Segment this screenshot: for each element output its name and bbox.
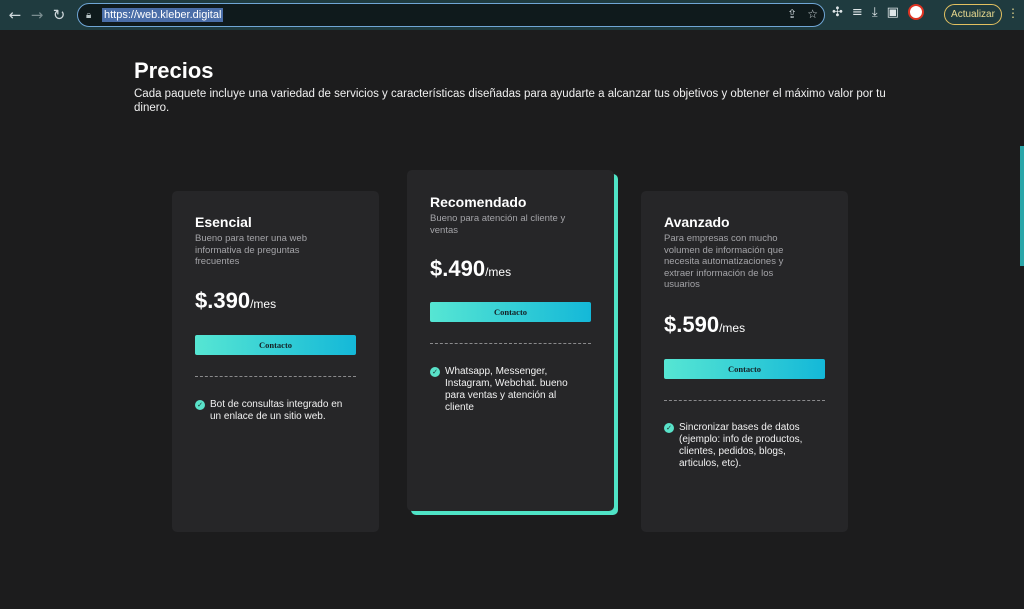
reload-icon[interactable]: ↻	[48, 4, 70, 26]
divider	[430, 343, 591, 344]
page-subtitle: Cada paquete incluye una variedad de ser…	[134, 88, 886, 114]
price-amount: $.390	[195, 288, 251, 313]
check-circle-icon: ✓	[195, 400, 205, 410]
url-text[interactable]: https://web.kleber.digital	[102, 8, 224, 22]
plan-card-esencial: Esencial Bueno para tener una web inform…	[172, 191, 379, 532]
bookmark-star-icon[interactable]: ☆	[807, 7, 818, 21]
omnibox-actions: ⇪ ☆	[787, 7, 818, 21]
scrollbar-thumb[interactable]	[1020, 146, 1024, 266]
check-circle-icon: ✓	[430, 367, 440, 377]
divider	[195, 376, 356, 377]
plan-price: $.390/mes	[195, 288, 276, 314]
plan-card-recomendado: Recomendado Bueno para atención al clien…	[407, 170, 614, 511]
page-content: Precios Cada paquete incluye una varieda…	[0, 30, 1024, 609]
kebab-menu-icon[interactable]: ⋮	[1007, 6, 1019, 20]
media-queue-icon[interactable]: ≡	[852, 5, 863, 20]
check-circle-icon: ✓	[664, 423, 674, 433]
plan-description: Bueno para tener una web informativa de …	[195, 233, 307, 267]
address-bar[interactable]: 🔒︎ https://web.kleber.digital ⇪ ☆	[77, 3, 825, 27]
plan-name: Avanzado	[664, 214, 730, 230]
price-period: /mes	[250, 297, 277, 311]
back-arrow-icon[interactable]: ←	[4, 4, 26, 26]
feature-item: ✓ Bot de consultas integrado en un enlac…	[195, 399, 356, 423]
profile-avatar[interactable]	[907, 4, 924, 20]
divider	[664, 400, 825, 401]
browser-toolbar: ← → ↻ 🔒︎ https://web.kleber.digital ⇪ ☆ …	[0, 0, 1024, 30]
price-period: /mes	[719, 321, 746, 335]
plan-name: Recomendado	[430, 194, 527, 210]
price-amount: $.590	[664, 312, 720, 337]
price-period: /mes	[485, 265, 512, 279]
feature-text: Bot de consultas integrado en un enlace …	[210, 399, 343, 422]
forward-arrow-icon[interactable]: →	[26, 4, 48, 26]
plan-price: $.590/mes	[664, 312, 745, 338]
contact-button[interactable]: Contacto	[430, 302, 591, 322]
contact-button[interactable]: Contacto	[195, 335, 356, 355]
feature-item: ✓ Sincronizar bases de datos (ejemplo: i…	[664, 422, 814, 470]
lock-icon[interactable]: 🔒︎	[86, 10, 98, 21]
plan-description: Para empresas con mucho volumen de infor…	[664, 233, 784, 290]
page-title: Precios	[134, 58, 214, 83]
update-button[interactable]: Actualizar	[944, 4, 1002, 25]
price-amount: $.490	[430, 256, 486, 281]
share-icon[interactable]: ⇪	[787, 7, 797, 21]
plan-card-avanzado: Avanzado Para empresas con mucho volumen…	[641, 191, 848, 532]
download-icon[interactable]: ⤓	[872, 5, 878, 20]
extensions-puzzle-icon[interactable]: ✣	[832, 5, 843, 20]
plan-description: Bueno para atención al cliente y ventas	[430, 213, 566, 236]
extension-icons: ✣ ≡ ⤓ ▣	[832, 4, 924, 20]
plan-price: $.490/mes	[430, 256, 511, 282]
feature-text: Sincronizar bases de datos (ejemplo: inf…	[679, 422, 803, 469]
contact-button[interactable]: Contacto	[664, 359, 825, 379]
side-panel-icon[interactable]: ▣	[887, 5, 899, 20]
plan-name: Esencial	[195, 214, 252, 230]
feature-text: Whatsapp, Messenger, Instagram, Webchat.…	[445, 366, 568, 413]
feature-item: ✓ Whatsapp, Messenger, Instagram, Webcha…	[430, 366, 580, 414]
